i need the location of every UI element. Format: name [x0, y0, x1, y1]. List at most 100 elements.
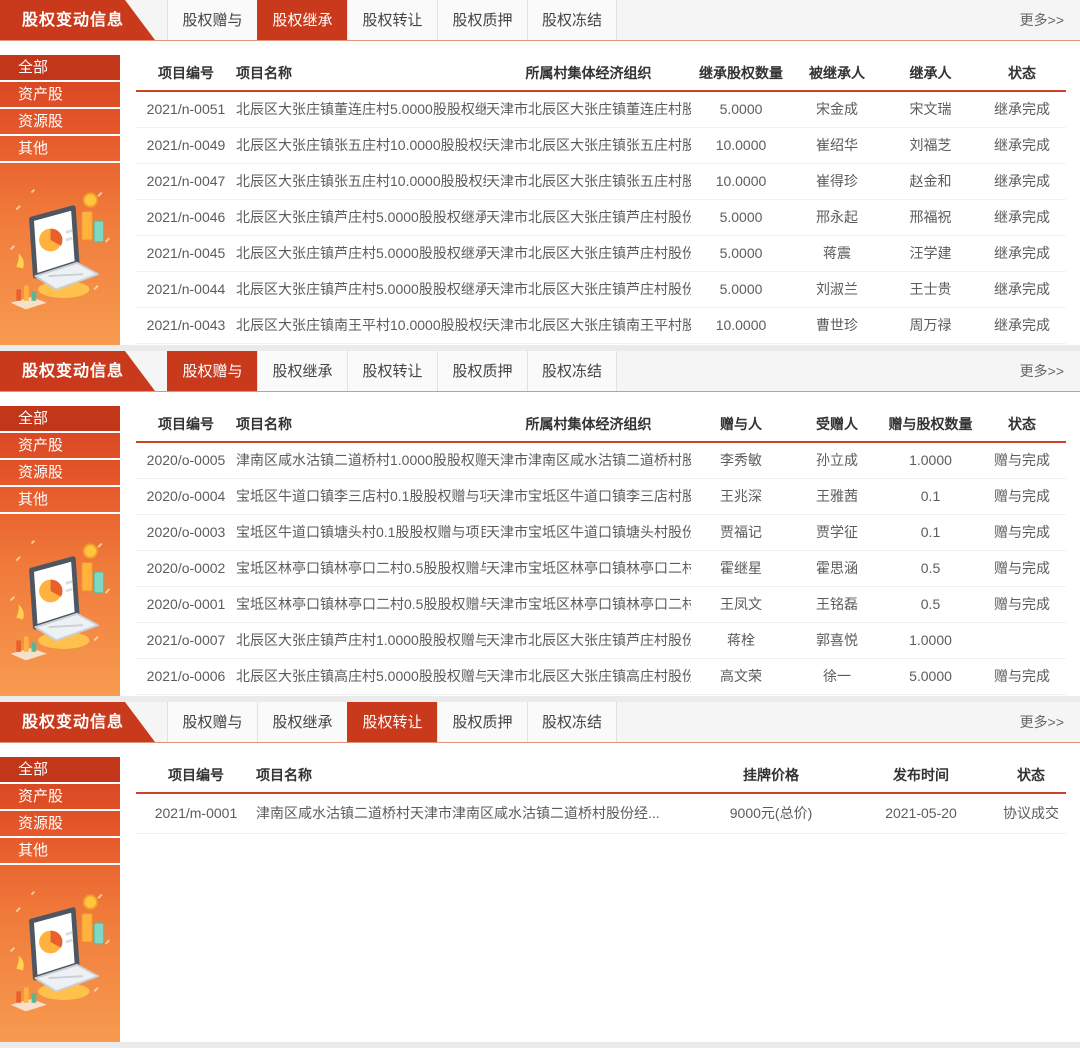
table-row[interactable]: 2021/o-0006北辰区大张庄镇高庄村5.0000股股权赠与...天津市北辰…: [136, 658, 1066, 694]
category-sidebar: 全部 资产股 资源股 其他: [0, 406, 120, 696]
table-row[interactable]: 2021/m-0001津南区咸水沽镇二道桥村天津市津南区咸水沽镇二道桥村股份经.…: [136, 793, 1066, 833]
tab-equity-inheritance[interactable]: 股权继承: [257, 351, 347, 391]
table-cell: 2021/o-0007: [136, 622, 236, 658]
table-cell: 王铭磊: [791, 586, 883, 622]
table-cell: 邢福祝: [883, 199, 978, 235]
spacer: [0, 41, 1080, 55]
tab-equity-inheritance[interactable]: 股权继承: [257, 702, 347, 742]
sidebar-item-other[interactable]: 其他: [0, 487, 120, 514]
tab-equity-transfer[interactable]: 股权转让: [347, 0, 437, 40]
table-row[interactable]: 2020/o-0004宝坻区牛道口镇李三店村0.1股股权赠与项目天津市宝坻区牛道…: [136, 478, 1066, 514]
table-cell: 蒋震: [791, 235, 883, 271]
table-row[interactable]: 2021/n-0045北辰区大张庄镇芦庄村5.0000股股权继承...天津市北辰…: [136, 235, 1066, 271]
table-row[interactable]: 2020/o-0002宝坻区林亭口镇林亭口二村0.5股股权赠与...天津市宝坻区…: [136, 550, 1066, 586]
tab-group: 股权赠与 股权继承 股权转让 股权质押 股权冻结: [167, 351, 617, 391]
table-cell: 刘福芝: [883, 127, 978, 163]
table-cell: 继承完成: [978, 163, 1066, 199]
tab-equity-pledge[interactable]: 股权质押: [437, 351, 527, 391]
table-cell: 宝坻区牛道口镇塘头村0.1股股权赠与项目: [236, 514, 486, 550]
table-cell: 贾福记: [691, 514, 791, 550]
table-cell: 北辰区大张庄镇董连庄村5.0000股股权继...: [236, 91, 486, 127]
tab-equity-inheritance[interactable]: 股权继承: [257, 0, 347, 40]
table-cell: 宋文瑞: [883, 91, 978, 127]
tab-equity-freeze[interactable]: 股权冻结: [527, 0, 617, 40]
table-cell: 高文荣: [691, 658, 791, 694]
more-link[interactable]: 更多>>: [1020, 0, 1064, 41]
column-header: 项目名称: [256, 757, 696, 793]
sidebar-item-other[interactable]: 其他: [0, 838, 120, 865]
tab-equity-pledge[interactable]: 股权质押: [437, 702, 527, 742]
table-row[interactable]: 2021/n-0046北辰区大张庄镇芦庄村5.0000股股权继承...天津市北辰…: [136, 199, 1066, 235]
table-cell: 蒋栓: [691, 622, 791, 658]
table-cell: 赠与完成: [978, 658, 1066, 694]
table-cell: 赠与完成: [978, 586, 1066, 622]
table-row[interactable]: 2021/n-0044北辰区大张庄镇芦庄村5.0000股股权继承...天津市北辰…: [136, 271, 1066, 307]
sidebar-item-resource-shares[interactable]: 资源股: [0, 460, 120, 487]
table-row[interactable]: 2020/o-0005津南区咸水沽镇二道桥村1.0000股股权赠...天津市津南…: [136, 442, 1066, 478]
sidebar-item-resource-shares[interactable]: 资源股: [0, 109, 120, 136]
table-cell: 周万禄: [883, 307, 978, 343]
tab-equity-gift[interactable]: 股权赠与: [167, 702, 257, 742]
column-header: 被继承人: [791, 55, 883, 91]
tab-equity-freeze[interactable]: 股权冻结: [527, 351, 617, 391]
sidebar-item-resource-shares[interactable]: 资源股: [0, 811, 120, 838]
table-cell: 赵金和: [883, 163, 978, 199]
panel-title-ribbon: 股权变动信息: [0, 0, 155, 40]
laptop-chart-illustration: [3, 183, 117, 335]
table-cell: 天津市宝坻区林亭口镇林亭口二村...: [486, 586, 691, 622]
table-cell: 王凤文: [691, 586, 791, 622]
table-cell: 天津市北辰区大张庄镇芦庄村股份...: [486, 271, 691, 307]
table-cell: 10.0000: [691, 127, 791, 163]
table-row[interactable]: 2020/o-0003宝坻区牛道口镇塘头村0.1股股权赠与项目天津市宝坻区牛道口…: [136, 514, 1066, 550]
table-cell: 2021/n-0043: [136, 307, 236, 343]
table-cell: 5.0000: [691, 271, 791, 307]
table-cell: 0.5: [883, 550, 978, 586]
tab-equity-gift[interactable]: 股权赠与: [167, 351, 257, 391]
sidebar-item-asset-shares[interactable]: 资产股: [0, 82, 120, 109]
tab-equity-freeze[interactable]: 股权冻结: [527, 702, 617, 742]
table-cell: 赠与完成: [978, 550, 1066, 586]
table-header-row: 项目编号项目名称所属村集体经济组织继承股权数量被继承人继承人状态: [136, 55, 1066, 91]
sidebar-item-all[interactable]: 全部: [0, 55, 120, 82]
table-cell: 汪学建: [883, 235, 978, 271]
table-row[interactable]: 2021/n-0051北辰区大张庄镇董连庄村5.0000股股权继...天津市北辰…: [136, 91, 1066, 127]
table-row[interactable]: 2021/n-0043北辰区大张庄镇南王平村10.0000股股权继...天津市北…: [136, 307, 1066, 343]
table-cell: [978, 622, 1066, 658]
category-sidebar: 全部 资产股 资源股 其他: [0, 757, 120, 1042]
table-cell: 2021/m-0001: [136, 793, 256, 833]
table-area: 项目编号项目名称所属村集体经济组织继承股权数量被继承人继承人状态 2021/n-…: [120, 55, 1080, 345]
table-cell: 2020/o-0002: [136, 550, 236, 586]
sidebar-item-all[interactable]: 全部: [0, 757, 120, 784]
table-row[interactable]: 2020/o-0001宝坻区林亭口镇林亭口二村0.5股股权赠与...天津市宝坻区…: [136, 586, 1066, 622]
table-cell: 孙立成: [791, 442, 883, 478]
panel-equity-gift: 股权变动信息 股权赠与 股权继承 股权转让 股权质押 股权冻结 更多>> 全部 …: [0, 351, 1080, 696]
table-row[interactable]: 2021/n-0049北辰区大张庄镇张五庄村10.0000股股权继...天津市北…: [136, 127, 1066, 163]
table-header-row: 项目编号项目名称所属村集体经济组织赠与人受赠人赠与股权数量状态: [136, 406, 1066, 442]
table-cell: 天津市津南区咸水沽镇二道桥村股...: [486, 442, 691, 478]
table-cell: 天津市北辰区大张庄镇高庄村股份...: [486, 658, 691, 694]
tab-equity-transfer[interactable]: 股权转让: [347, 702, 437, 742]
table-row[interactable]: 2021/o-0007北辰区大张庄镇芦庄村1.0000股股权赠与...天津市北辰…: [136, 622, 1066, 658]
table-row[interactable]: 2021/n-0047北辰区大张庄镇张五庄村10.0000股股权继...天津市北…: [136, 163, 1066, 199]
gift-table: 项目编号项目名称所属村集体经济组织赠与人受赠人赠与股权数量状态 2020/o-0…: [136, 406, 1066, 695]
more-link[interactable]: 更多>>: [1020, 702, 1064, 743]
table-cell: 5.0000: [691, 199, 791, 235]
sidebar-item-asset-shares[interactable]: 资产股: [0, 784, 120, 811]
panel-equity-transfer: 股权变动信息 股权赠与 股权继承 股权转让 股权质押 股权冻结 更多>> 全部 …: [0, 702, 1080, 1042]
sidebar-item-other[interactable]: 其他: [0, 136, 120, 163]
table-cell: 继承完成: [978, 199, 1066, 235]
tab-equity-transfer[interactable]: 股权转让: [347, 351, 437, 391]
table-cell: 北辰区大张庄镇芦庄村5.0000股股权继承...: [236, 235, 486, 271]
sidebar-item-asset-shares[interactable]: 资产股: [0, 433, 120, 460]
table-cell: 崔得珍: [791, 163, 883, 199]
tab-group: 股权赠与 股权继承 股权转让 股权质押 股权冻结: [167, 0, 617, 40]
table-cell: 天津市宝坻区林亭口镇林亭口二村...: [486, 550, 691, 586]
column-header: 状态: [978, 55, 1066, 91]
sidebar-item-all[interactable]: 全部: [0, 406, 120, 433]
table-cell: 0.1: [883, 514, 978, 550]
more-link[interactable]: 更多>>: [1020, 351, 1064, 392]
column-header: 项目名称: [236, 406, 486, 442]
sidebar-illustration-area: [0, 865, 120, 1042]
tab-equity-gift[interactable]: 股权赠与: [167, 0, 257, 40]
tab-equity-pledge[interactable]: 股权质押: [437, 0, 527, 40]
